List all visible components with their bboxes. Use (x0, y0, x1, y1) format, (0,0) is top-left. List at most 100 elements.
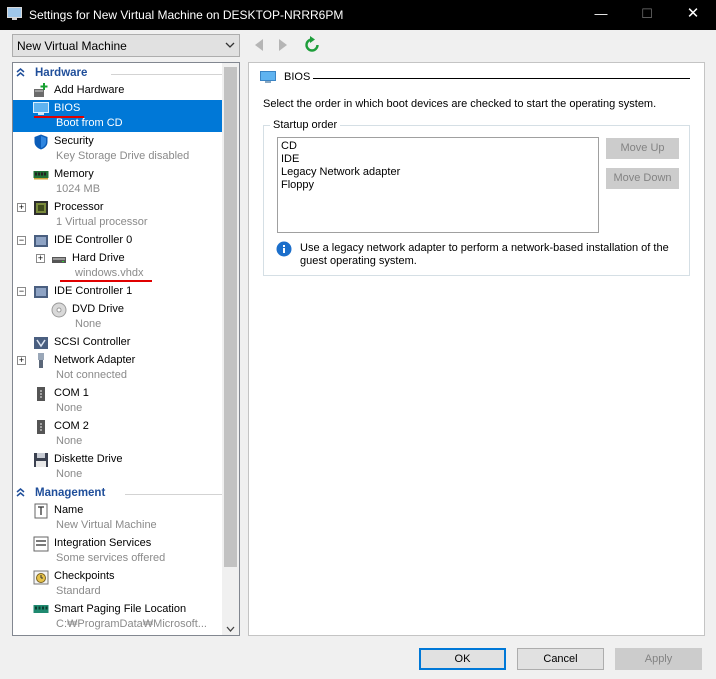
forward-arrow-icon[interactable] (276, 37, 290, 53)
sidebar-item-smart-paging[interactable]: Smart Paging File Location C:₩ProgramDat… (13, 601, 223, 633)
sidebar-item-label: Processor (54, 201, 104, 213)
sidebar-item-ide-controller-1[interactable]: − IDE Controller 1 (13, 283, 223, 300)
network-adapter-icon (38, 353, 44, 368)
hardware-section-header[interactable]: Hardware (13, 66, 223, 81)
collapse-icon[interactable]: − (17, 236, 26, 245)
sidebar-item-com-2[interactable]: COM 2 None (13, 418, 223, 450)
vm-selector-value: New Virtual Machine (17, 39, 127, 53)
hardware-label: Hardware (35, 67, 88, 79)
annotation-underline (60, 280, 152, 282)
pane-header: BIOS (284, 71, 311, 83)
diskette-icon (34, 453, 48, 467)
processor-icon (34, 201, 48, 215)
scsi-controller-icon (34, 337, 48, 349)
sidebar-item-label: SCSI Controller (54, 336, 131, 348)
sidebar-item-label: Checkpoints (54, 570, 115, 582)
sidebar-item-detail: Standard (56, 585, 101, 597)
sidebar-item-name[interactable]: Name New Virtual Machine (13, 502, 223, 534)
sidebar-item-processor[interactable]: + Processor 1 Virtual processor (13, 199, 223, 231)
sidebar-item-label: COM 2 (54, 420, 89, 432)
sidebar-item-label: Integration Services (54, 537, 152, 549)
startup-order-group: Startup order CD IDE Legacy Network adap… (263, 119, 690, 276)
ide-controller-icon (34, 235, 48, 247)
sidebar-item-dvd-drive[interactable]: DVD Drive None (13, 301, 223, 333)
sidebar-item-network-adapter[interactable]: + Network Adapter Not connected (13, 352, 223, 384)
list-item[interactable]: Legacy Network adapter (281, 166, 400, 178)
maximize-button[interactable]: ☐ (624, 0, 670, 30)
list-item[interactable]: CD (281, 140, 297, 152)
com-port-icon (37, 387, 45, 401)
section-divider (125, 494, 223, 495)
bios-icon (260, 71, 276, 83)
name-icon (34, 503, 48, 519)
sidebar-item-detail: 1 Virtual processor (56, 216, 148, 228)
scrollbar-thumb[interactable] (224, 67, 237, 567)
sidebar-item-label: IDE Controller 0 (54, 234, 133, 246)
boot-order-list[interactable]: CD IDE Legacy Network adapter Floppy (277, 137, 599, 233)
minimize-button[interactable]: — (578, 0, 624, 30)
sidebar-item-diskette-drive[interactable]: Diskette Drive None (13, 451, 223, 483)
expand-icon[interactable]: + (36, 254, 45, 263)
com-port-icon (37, 420, 45, 434)
management-label: Management (35, 487, 106, 499)
header-divider (313, 78, 690, 79)
close-button[interactable]: ✕ (670, 0, 716, 30)
ide-controller-icon (34, 286, 48, 298)
memory-icon (33, 171, 49, 180)
sidebar-item-ide-controller-0[interactable]: − IDE Controller 0 (13, 232, 223, 249)
expand-icon[interactable]: + (17, 203, 26, 212)
refresh-icon[interactable] (304, 36, 320, 53)
annotation-underline (34, 116, 84, 118)
sidebar-item-label: Add Hardware (54, 84, 125, 96)
sidebar-item-label: Memory (54, 168, 94, 180)
sidebar-item-detail: None (56, 435, 83, 447)
sidebar-item-com-1[interactable]: COM 1 None (13, 385, 223, 417)
sidebar-item-detail: 1024 MB (56, 183, 101, 195)
sidebar-item-label: Name (54, 504, 84, 516)
settings-app-icon (7, 7, 22, 20)
sidebar-item-label: DVD Drive (72, 303, 124, 315)
sidebar-item-detail: windows.vhdx (75, 267, 144, 279)
dvd-icon (51, 302, 67, 318)
tree-scrollbar[interactable] (222, 63, 239, 635)
sidebar-item-integration-services[interactable]: Integration Services Some services offer… (13, 535, 223, 567)
sidebar-item-add-hardware[interactable]: Add Hardware (13, 82, 223, 99)
management-section-header[interactable]: Management (13, 486, 223, 501)
sidebar-item-label: COM 1 (54, 387, 89, 399)
back-arrow-icon[interactable] (252, 37, 266, 53)
move-down-button[interactable]: Move Down (606, 168, 679, 189)
chevron-down-icon (225, 42, 235, 48)
sidebar-item-detail: None (56, 402, 83, 414)
info-icon (276, 241, 292, 257)
collapse-chevron-icon (16, 488, 25, 497)
sidebar-item-label: Smart Paging File Location (54, 603, 187, 615)
sidebar-item-checkpoints[interactable]: Checkpoints Standard (13, 568, 223, 600)
sidebar-item-detail: C:₩ProgramData₩Microsoft... (56, 618, 207, 630)
list-item[interactable]: Floppy (281, 179, 314, 191)
collapse-chevron-icon (16, 68, 25, 77)
sidebar-item-memory[interactable]: Memory 1024 MB (13, 166, 223, 198)
vm-selector-dropdown[interactable]: New Virtual Machine (12, 34, 240, 57)
list-item[interactable]: IDE (281, 153, 299, 165)
integration-services-icon (33, 536, 49, 552)
move-up-button[interactable]: Move Up (606, 138, 679, 159)
ok-button[interactable]: OK (419, 648, 506, 670)
sidebar-item-scsi-controller[interactable]: SCSI Controller (13, 334, 223, 351)
cancel-button[interactable]: Cancel (517, 648, 604, 670)
sidebar-item-security[interactable]: Security Key Storage Drive disabled (13, 133, 223, 165)
bios-icon (33, 102, 49, 115)
sidebar-item-detail: Boot from CD (56, 117, 123, 129)
apply-button[interactable]: Apply (615, 648, 702, 670)
sidebar-item-label: Diskette Drive (54, 453, 123, 465)
sidebar-item-detail: Some services offered (56, 552, 166, 564)
sidebar-item-hard-drive[interactable]: + Hard Drive windows.vhdx (13, 250, 223, 282)
bios-settings-pane: BIOS Select the order in which boot devi… (248, 62, 705, 636)
sidebar-item-label: Hard Drive (72, 252, 125, 264)
settings-tree: Hardware Add Hardware BIOS Boot from CD … (12, 62, 240, 636)
startup-order-label: Startup order (270, 119, 341, 131)
checkpoints-icon (33, 570, 49, 585)
sidebar-item-detail: None (56, 468, 83, 480)
scroll-down-arrow-icon[interactable] (226, 626, 235, 632)
expand-icon[interactable]: + (17, 356, 26, 365)
collapse-icon[interactable]: − (17, 287, 26, 296)
